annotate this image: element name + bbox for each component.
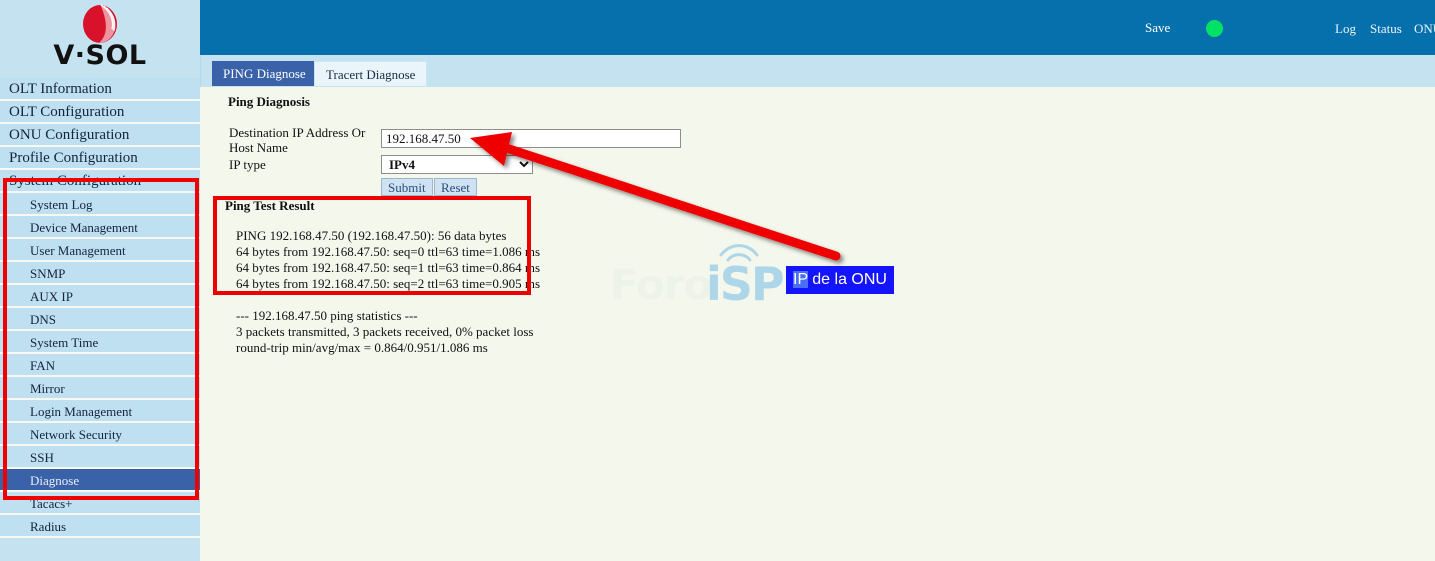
- iptype-label: IP type: [229, 157, 266, 172]
- brand-logo[interactable]: V·SOL: [0, 0, 200, 78]
- submit-button[interactable]: Submit: [381, 178, 433, 196]
- destination-ip-input[interactable]: [381, 129, 681, 148]
- sidebar-item-network-security[interactable]: Network Security: [0, 423, 200, 446]
- sidebar-item-diagnose[interactable]: Diagnose: [0, 469, 200, 492]
- sidebar-item-profile-configuration[interactable]: Profile Configuration: [0, 147, 200, 170]
- sidebar: V·SOL OLT Information OLT Configuration …: [0, 0, 200, 561]
- vsol-flame-icon: [77, 2, 123, 44]
- sidebar-item-tacacs[interactable]: Tacacs+: [0, 492, 200, 515]
- reset-button[interactable]: Reset: [434, 178, 477, 196]
- tab-tracert-diagnose[interactable]: Tracert Diagnose: [314, 61, 428, 86]
- browser-page: V·SOL OLT Information OLT Configuration …: [0, 0, 1435, 561]
- callout-rest-text: de la ONU: [807, 271, 887, 288]
- sidebar-item-olt-information[interactable]: OLT Information: [0, 78, 200, 101]
- sidebar-item-snmp[interactable]: SNMP: [0, 262, 200, 285]
- ip-type-select[interactable]: IPv4 IPv6: [381, 155, 533, 174]
- ping-statistics-output: --- 192.168.47.50 ping statistics --- 3 …: [236, 308, 534, 355]
- sidebar-item-fan[interactable]: FAN: [0, 354, 200, 377]
- sidebar-item-ssh[interactable]: SSH: [0, 446, 200, 469]
- ping-test-result-output: PING 192.168.47.50 (192.168.47.50): 56 d…: [236, 228, 541, 291]
- main-content: Ping Diagnosis Destination IP Address Or…: [200, 87, 1435, 561]
- sidebar-item-system-time[interactable]: System Time: [0, 331, 200, 354]
- header-link-status[interactable]: Status: [1370, 21, 1402, 37]
- sidebar-item-radius[interactable]: Radius: [0, 515, 200, 538]
- ping-test-result-title: Ping Test Result: [225, 198, 315, 213]
- callout-selected-text: IP: [793, 271, 808, 288]
- status-indicator-dot: [1206, 20, 1223, 37]
- sidebar-item-onu-configuration[interactable]: ONU Configuration: [0, 124, 200, 147]
- sidebar-menu: OLT Information OLT Configuration ONU Co…: [0, 78, 200, 538]
- sidebar-item-system-log[interactable]: System Log: [0, 193, 200, 216]
- page-title: Ping Diagnosis: [228, 94, 310, 109]
- tab-ping-diagnose[interactable]: PING Diagnose: [212, 61, 317, 86]
- sidebar-item-user-management[interactable]: User Management: [0, 239, 200, 262]
- header-link-log[interactable]: Log: [1335, 21, 1356, 37]
- sidebar-item-login-management[interactable]: Login Management: [0, 400, 200, 423]
- sidebar-item-dns[interactable]: DNS: [0, 308, 200, 331]
- annotation-callout-ip-onu: IP de la ONU: [786, 266, 894, 294]
- sidebar-item-olt-configuration[interactable]: OLT Configuration: [0, 101, 200, 124]
- destination-label: Destination IP Address Or Host Name: [229, 125, 366, 155]
- sidebar-item-aux-ip[interactable]: AUX IP: [0, 285, 200, 308]
- brand-logo-text: V·SOL: [53, 40, 147, 71]
- sidebar-item-system-configuration[interactable]: System Configuration: [0, 170, 200, 193]
- header-link-onu[interactable]: ONU: [1414, 21, 1435, 37]
- top-header-bar: Save Log Status ONU: [200, 0, 1435, 55]
- tab-bar: PING Diagnose Tracert Diagnose: [200, 55, 1435, 87]
- sidebar-item-mirror[interactable]: Mirror: [0, 377, 200, 400]
- save-button[interactable]: Save: [1145, 20, 1170, 36]
- sidebar-item-device-management[interactable]: Device Management: [0, 216, 200, 239]
